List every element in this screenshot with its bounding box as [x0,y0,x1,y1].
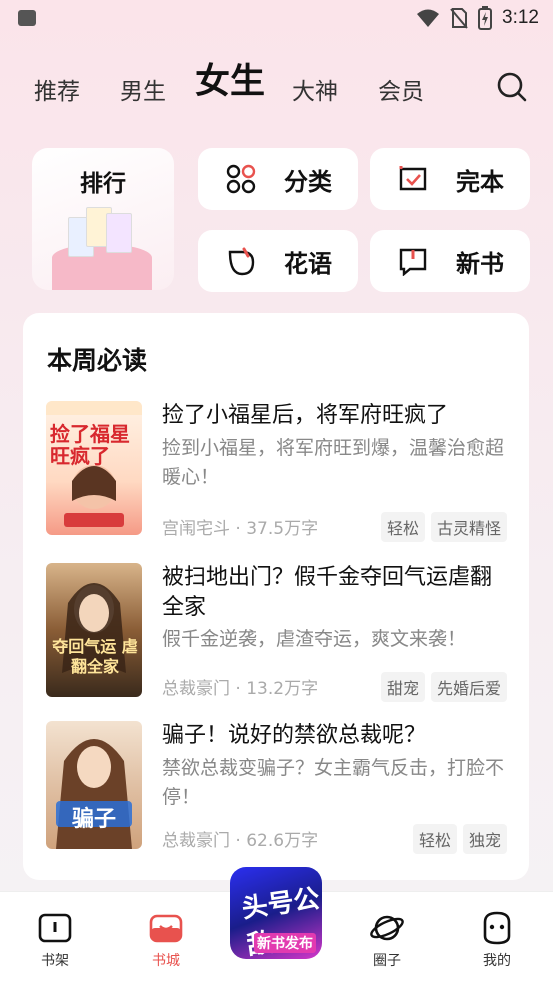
status-time: 3:12 [502,7,539,28]
profile-face-icon [483,911,511,945]
book-tags: 轻松 独宠 [412,824,507,854]
top-nav: 推荐 男生 女生 大神 会员 [0,58,553,118]
meta-separator: · [235,831,247,851]
weekly-title: 本周必读 [47,346,148,375]
category-icon [226,164,256,194]
book-category: 宫闱宅斗 [162,519,230,539]
bottom-tab-bookshelf[interactable]: 书架 [20,910,90,970]
book-tags: 甜宠 先婚后爱 [380,672,507,702]
book-tags: 轻松 古灵精怪 [380,512,507,542]
new-book-icon [399,248,427,276]
tab-recommend[interactable]: 推荐 [34,72,80,106]
book-desc: 捡到小福星，将军府旺到爆，温馨治愈超暖心！ [162,437,505,488]
book-title: 捡了小福星后，将军府旺疯了 [162,403,449,428]
flower-icon [228,247,255,276]
category-button[interactable]: 分类 [198,148,358,210]
bottom-tab-label: 书城 [152,953,180,969]
book-title: 被扫地出门？假千金夺回气运虐翻全家 [162,565,493,620]
app-notification-icon [18,10,36,26]
book-cover[interactable]: 捡了福星 旺疯了 [46,401,142,535]
status-bar: 3:12 [0,0,553,40]
finished-button[interactable]: 完本 [370,148,530,210]
bottom-tab-label: 书架 [41,953,69,969]
book-desc: 假千金逆袭，虐渣夺运，爽文来袭！ [162,628,467,650]
book-words: 62.6万字 [246,831,319,851]
tab-vip[interactable]: 会员 [378,72,424,106]
battery-charging-icon [478,6,493,30]
huayu-button[interactable]: 花语 [198,230,358,292]
newbook-label: 新书 [456,249,504,278]
cover-title: 骗子 [71,807,116,832]
tab-female[interactable]: 女生 [195,53,265,104]
promo-subtitle: 新书发布 [254,933,316,953]
book-tag: 甜宠 [380,672,425,702]
book-words: 37.5万字 [246,519,319,539]
rank-label: 排行 [80,171,126,197]
book-tag: 先婚后爱 [430,672,507,702]
book-tag: 轻松 [412,824,457,854]
book-words: 13.2万字 [246,679,319,699]
planet-icon [370,915,404,941]
tab-male[interactable]: 男生 [120,72,166,106]
book-category: 总裁豪门 [162,679,230,699]
meta-separator: · [235,519,247,539]
no-sim-icon [450,8,468,29]
book-tag: 轻松 [380,512,425,542]
rank-card[interactable]: 排行 [32,148,174,290]
new-book-promo-button[interactable]: 头号公敌 新书发布 [230,867,322,959]
book-tag: 古灵精怪 [430,512,507,542]
rank-books-illustration [68,203,140,263]
bookshelf-icon [38,913,72,943]
book-cover[interactable]: 骗子 [46,721,142,849]
finished-label: 完本 [456,167,504,196]
bottom-tab-circle[interactable]: 圈子 [352,910,422,970]
weekly-section: 本周必读 捡了福星 旺疯了 捡了小福星后，将军府旺疯了 捡到小福星，将军府旺到爆… [23,313,529,880]
tab-master[interactable]: 大神 [292,72,338,106]
category-label: 分类 [284,167,332,196]
book-meta: 宫闱宅斗 · 37.5万字 [162,514,318,539]
wifi-icon [417,9,440,27]
finished-book-icon [399,166,427,191]
cover-title: 捡了福星 旺疯了 [50,422,130,468]
book-meta: 总裁豪门 · 62.6万字 [162,826,318,851]
huayu-label: 花语 [284,249,332,278]
book-desc: 禁欲总裁变骗子？女主霸气反击，打脸不停！ [162,757,505,808]
meta-separator: · [235,679,247,699]
cover-title: 夺回气运 虐翻全家 [52,637,138,676]
bottom-tab-label: 圈子 [373,953,401,969]
book-tag: 独宠 [462,824,507,854]
book-meta: 总裁豪门 · 13.2万字 [162,674,318,699]
newbook-button[interactable]: 新书 [370,230,530,292]
book-cover[interactable]: 夺回气运 虐翻全家 [46,563,142,697]
bottom-tab-bookstore[interactable]: 书城 [131,910,201,970]
bookstore-icon [149,914,183,943]
book-category: 总裁豪门 [162,831,230,851]
book-title: 骗子！说好的禁欲总裁呢？ [162,723,427,748]
bottom-tab-me[interactable]: 我的 [462,910,532,970]
bottom-tab-label: 我的 [483,953,511,969]
search-icon[interactable] [495,70,529,104]
